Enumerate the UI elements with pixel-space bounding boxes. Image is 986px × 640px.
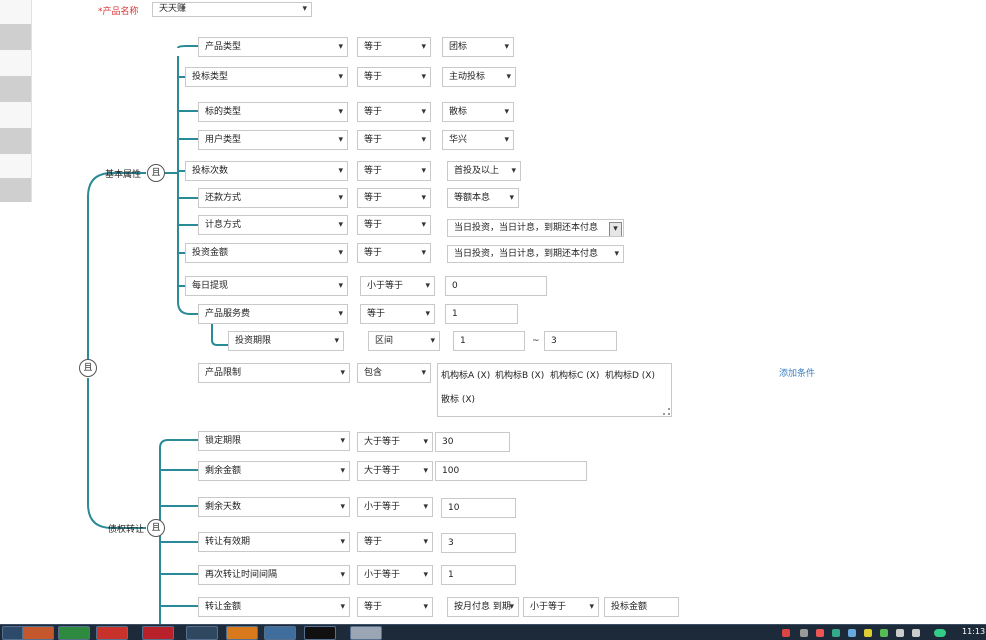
field-select[interactable]: 用户类型	[198, 130, 348, 150]
field-select[interactable]: 投资期限	[228, 331, 344, 351]
value-select[interactable]: 华兴	[442, 130, 514, 150]
value-input[interactable]: 100	[435, 461, 587, 481]
operator-select[interactable]: 区间	[368, 331, 440, 351]
value-input[interactable]: 1	[445, 304, 518, 324]
taskbar: 11:13	[0, 624, 986, 640]
field-select[interactable]: 每日提现	[185, 276, 348, 296]
operator-select[interactable]: 等于	[357, 215, 431, 235]
value-select[interactable]: 等额本息	[447, 188, 519, 208]
operator-select[interactable]: 等于	[357, 188, 431, 208]
operator2-select[interactable]: 小于等于	[523, 597, 599, 617]
transfer-and-operator[interactable]: 且	[147, 519, 165, 537]
field-select[interactable]: 标的类型	[198, 102, 348, 122]
youdao-icon[interactable]	[96, 626, 128, 640]
value-select[interactable]: 当日投资，当日计息，到期还本付息	[447, 219, 624, 237]
field-select[interactable]: 再次转让时间间隔	[198, 565, 350, 585]
value-select[interactable]: 团标	[442, 37, 514, 57]
operator-select[interactable]: 等于	[357, 37, 431, 57]
sublime-icon[interactable]	[226, 626, 258, 640]
tag-item[interactable]: 散标 (X)	[441, 392, 475, 405]
operator-select[interactable]: 等于	[357, 243, 431, 263]
tray-icon[interactable]	[782, 629, 790, 637]
network-icon[interactable]	[896, 629, 904, 637]
app-icon[interactable]	[350, 626, 382, 640]
value-select[interactable]: 首投及以上	[447, 161, 521, 181]
page: { "product": {"label": "*产品名称", "value":…	[0, 0, 986, 640]
value-select[interactable]: 当日投资，当日计息，到期还本付息	[447, 245, 624, 263]
value-input[interactable]: 30	[435, 432, 510, 452]
clock: 11:13	[962, 627, 986, 636]
tag-item[interactable]: 机构标D (X)	[605, 368, 655, 381]
field-select[interactable]: 剩余天数	[198, 497, 350, 517]
field-select[interactable]: 投资金额	[185, 243, 348, 263]
operator-select[interactable]: 等于	[357, 102, 431, 122]
value-select[interactable]: 主动投标	[442, 67, 516, 87]
field-select[interactable]: 产品类型	[198, 37, 348, 57]
operator-select[interactable]: 小于等于	[360, 276, 435, 296]
tray-icon[interactable]	[934, 629, 946, 637]
tray-icon[interactable]	[800, 629, 808, 637]
basic-attributes-label: 基本属性	[105, 170, 142, 180]
range-separator: ~	[532, 336, 540, 346]
value2-input[interactable]: 投标金额	[604, 597, 679, 617]
tag-item[interactable]: 机构标A (X)	[441, 368, 490, 381]
operator-select[interactable]: 包含	[357, 363, 431, 383]
firefox-icon[interactable]	[22, 626, 54, 640]
tray-icon[interactable]	[864, 629, 872, 637]
netease-music-icon[interactable]	[142, 626, 174, 640]
field-select[interactable]: 投标次数	[185, 161, 348, 181]
operator-select[interactable]: 小于等于	[357, 565, 433, 585]
tag-item[interactable]: 机构标B (X)	[495, 368, 544, 381]
tray-icon[interactable]	[880, 629, 888, 637]
operator-select[interactable]: 等于	[360, 304, 435, 324]
add-condition-link[interactable]: 添加条件	[779, 366, 815, 379]
field-select[interactable]: 投标类型	[185, 67, 348, 87]
tray-icon[interactable]	[816, 629, 824, 637]
transfer-label: 债权转让	[108, 525, 145, 535]
field-select[interactable]: 转让有效期	[198, 532, 350, 552]
value-input[interactable]: 10	[441, 498, 516, 518]
operator-select[interactable]: 小于等于	[357, 497, 433, 517]
operator-select[interactable]: 大于等于	[357, 432, 433, 452]
root-and-operator[interactable]: 且	[79, 359, 97, 377]
field-select[interactable]: 剩余金额	[198, 461, 350, 481]
product-name-select[interactable]: 天天赚	[152, 2, 312, 17]
operator-select[interactable]: 大于等于	[357, 461, 433, 481]
tray-icon[interactable]	[848, 629, 856, 637]
field-select[interactable]: 锁定期限	[198, 431, 350, 451]
field-select[interactable]: 转让金额	[198, 597, 350, 617]
tag-item[interactable]: 机构标C (X)	[550, 368, 599, 381]
tray-icon[interactable]	[832, 629, 840, 637]
range-to-input[interactable]: 3	[544, 331, 617, 351]
basic-and-operator[interactable]: 且	[147, 164, 165, 182]
value-select[interactable]: 按月付息 到期	[447, 597, 519, 617]
terminal-icon[interactable]	[304, 626, 336, 640]
tag-box[interactable]: 机构标A (X) 机构标B (X) 机构标C (X) 机构标D (X) 散标 (…	[437, 363, 672, 417]
value-input[interactable]: 0	[445, 276, 547, 296]
field-select[interactable]: 还款方式	[198, 188, 348, 208]
value-input[interactable]: 3	[441, 533, 516, 553]
ide-icon[interactable]	[186, 626, 218, 640]
operator-select[interactable]: 等于	[357, 597, 433, 617]
operator-select[interactable]: 等于	[357, 130, 431, 150]
operator-select[interactable]: 等于	[357, 67, 431, 87]
field-select[interactable]: 计息方式	[198, 215, 348, 235]
product-name-label: *产品名称	[98, 7, 139, 17]
range-from-input[interactable]: 1	[453, 331, 525, 351]
value-input[interactable]: 1	[441, 565, 516, 585]
volume-icon[interactable]	[912, 629, 920, 637]
field-select[interactable]: 产品服务费	[198, 304, 348, 324]
operator-select[interactable]: 等于	[357, 161, 431, 181]
resize-grip-icon[interactable]	[663, 408, 670, 415]
field-select[interactable]: 产品限制	[198, 363, 350, 383]
chrome-icon[interactable]	[58, 626, 90, 640]
operator-select[interactable]: 等于	[357, 532, 433, 552]
app-icon[interactable]	[264, 626, 296, 640]
value-select[interactable]: 散标	[442, 102, 514, 122]
